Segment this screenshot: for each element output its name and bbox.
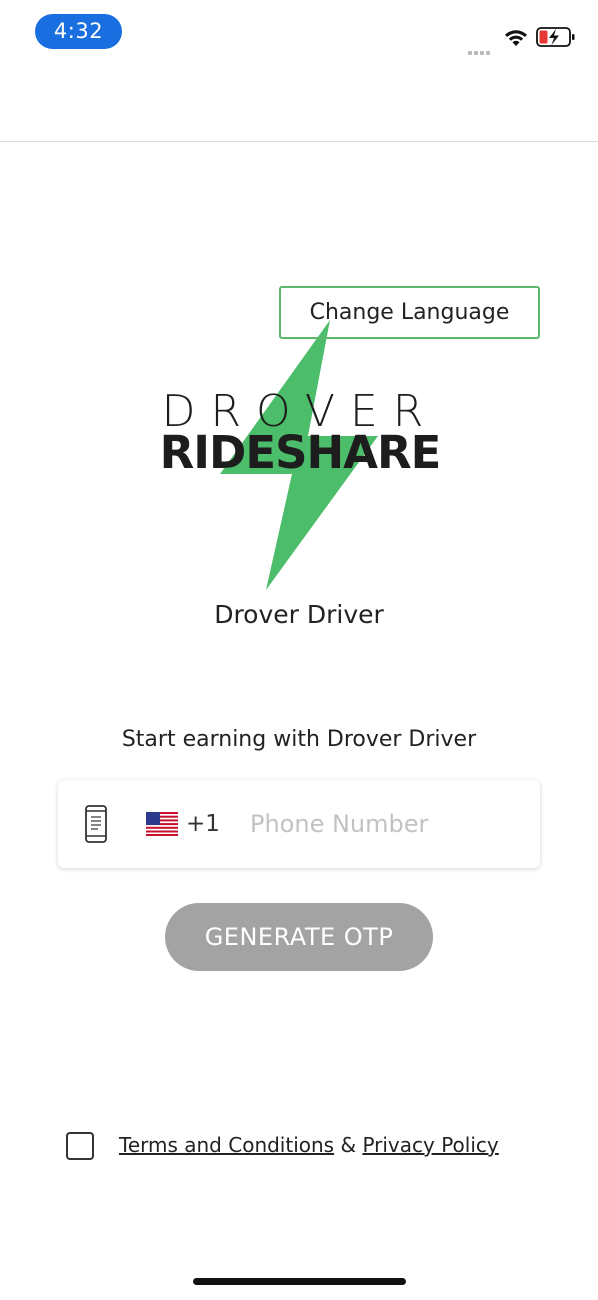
app-name: Drover Driver: [214, 600, 384, 629]
phone-number-input[interactable]: [250, 802, 520, 846]
country-code[interactable]: +1: [186, 811, 220, 837]
phone-input-card: +1: [58, 780, 540, 868]
home-indicator: [193, 1278, 406, 1285]
terms-text: Terms and Conditions & Privacy Policy: [119, 1133, 499, 1157]
tagline: Start earning with Drover Driver: [121, 727, 477, 752]
header-divider: [0, 141, 598, 142]
terms-separator: &: [340, 1133, 357, 1157]
us-flag-icon[interactable]: [146, 812, 178, 836]
logo-wordmark-rideshare: RIDESHARE: [159, 426, 442, 479]
mobile-phone-icon: [85, 805, 107, 843]
privacy-policy-link[interactable]: Privacy Policy: [362, 1133, 498, 1157]
battery-charging-icon: [536, 27, 575, 47]
status-bar: 4:32: [0, 0, 598, 62]
terms-and-conditions-link[interactable]: Terms and Conditions: [119, 1133, 334, 1157]
terms-checkbox[interactable]: [66, 1132, 94, 1160]
change-language-button[interactable]: Change Language: [279, 286, 540, 339]
wifi-icon: [505, 30, 527, 46]
cellular-signal-icon: [468, 40, 496, 55]
drover-rideshare-logo: DROVER RIDESHARE: [140, 318, 460, 598]
status-time: 4:32: [35, 14, 122, 49]
generate-otp-button[interactable]: GENERATE OTP: [165, 903, 433, 971]
